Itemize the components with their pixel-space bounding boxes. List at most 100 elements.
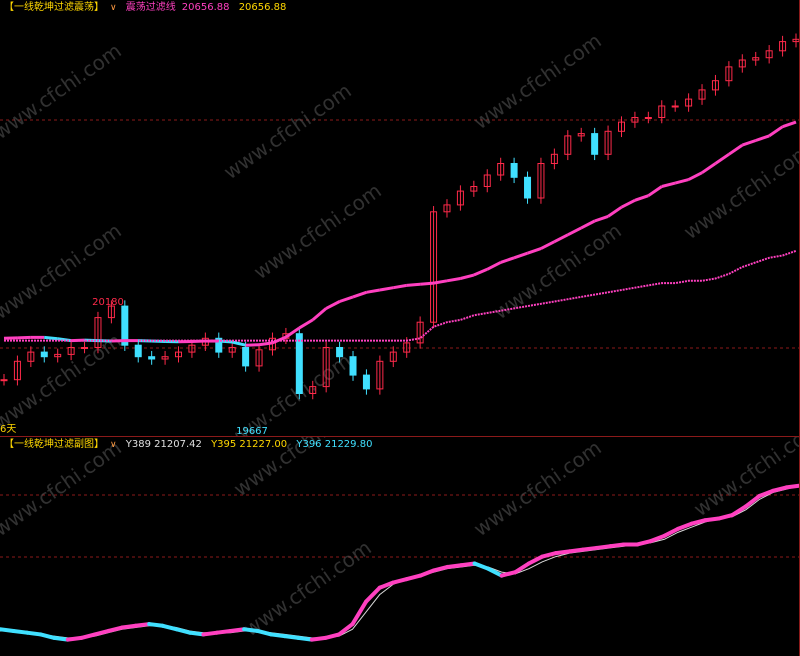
- main-line-segment: [540, 551, 558, 559]
- filter-line-segment: [500, 256, 515, 264]
- main-line-segment: [716, 513, 735, 521]
- candle-body: [349, 356, 357, 376]
- filter-line-segment: [755, 134, 770, 142]
- watermark-text: www.cfchi.com: [469, 28, 606, 134]
- main-line-segment: [282, 634, 301, 640]
- chevron-down-icon[interactable]: ∨: [110, 3, 117, 13]
- watermark-text: www.cfchi.com: [0, 38, 126, 144]
- filter-line-segment: [325, 300, 341, 310]
- y2-value: Y395 21227.00: [211, 439, 288, 450]
- candle-body: [295, 333, 303, 395]
- filter-line-segment: [460, 273, 475, 280]
- filter-line-segment: [446, 277, 461, 283]
- chevron-down-icon[interactable]: ∨: [110, 440, 117, 450]
- filter-line-segment: [339, 295, 354, 303]
- candle-body: [0, 379, 8, 382]
- watermark-text: www.cfchi.com: [469, 437, 606, 541]
- main-line-segment: [309, 635, 328, 642]
- filter-line-value: 20656.88: [181, 2, 230, 13]
- y1-value: Y389 21207.42: [125, 439, 202, 450]
- main-line-segment: [553, 549, 572, 556]
- main-line-segment: [784, 483, 800, 490]
- filter-line-segment: [420, 281, 434, 286]
- filter-line-segment: [393, 283, 407, 290]
- filter-line-segment: [687, 171, 703, 181]
- main-line-segment: [377, 580, 396, 590]
- candle-body: [81, 347, 89, 349]
- candle-body: [134, 344, 142, 358]
- period-label: 6天: [0, 424, 16, 435]
- candle-body: [644, 117, 652, 119]
- candle-body: [40, 351, 48, 358]
- candle-body: [671, 105, 679, 108]
- filter-line-segment: [433, 279, 448, 285]
- main-line-segment: [201, 630, 219, 637]
- filter-line-segment: [527, 247, 542, 255]
- filter-line-segment: [741, 139, 757, 147]
- candle-body: [362, 374, 370, 390]
- watermark-text: www.cfchi.com: [219, 78, 356, 184]
- y3-value: Y396 21229.80: [296, 439, 373, 450]
- candle-body: [510, 163, 518, 178]
- main-line-segment: [79, 632, 97, 640]
- filter-line-segment: [231, 340, 246, 347]
- filter-line-segment: [311, 307, 328, 322]
- candle-body: [591, 133, 599, 155]
- main-line-segment: [228, 627, 247, 633]
- main-line-segment: [472, 561, 491, 571]
- filter-line-segment: [540, 240, 556, 250]
- filter-line-segment: [513, 251, 529, 260]
- main-line-segment: [11, 628, 30, 635]
- main-indicator-name[interactable]: 【一线乾坤过滤震荡】: [4, 2, 104, 13]
- filter-line-segment: [352, 290, 367, 299]
- sub-indicator-name[interactable]: 【一线乾坤过滤副图】: [4, 439, 104, 450]
- filter-line-segment: [44, 335, 58, 341]
- filter-line-segment: [782, 120, 797, 129]
- filter-line-segment: [674, 178, 689, 185]
- sub-chart-svg[interactable]: www.cfchi.com www.cfchi.com www.cfchi.com w…: [0, 437, 800, 656]
- main-line-segment: [106, 625, 125, 633]
- main-line-segment: [594, 544, 613, 550]
- high-price-label: 20180: [92, 297, 124, 308]
- main-line-segment: [52, 635, 70, 642]
- last-value: 20656.88: [238, 2, 287, 13]
- main-line-segment: [445, 563, 464, 569]
- main-line-segment: [662, 526, 680, 538]
- filter-line-segment: [379, 286, 394, 292]
- candle-body: [524, 176, 532, 199]
- main-line-segment: [147, 622, 165, 628]
- watermark-text: www.cfchi.com: [0, 218, 126, 324]
- filter-line-segment: [634, 194, 649, 202]
- main-line-segment: [269, 632, 287, 639]
- filter-line-label: 震荡过滤线: [125, 2, 176, 13]
- main-line-segment: [187, 630, 206, 637]
- filter-line-segment: [607, 205, 623, 218]
- main-line-segment: [133, 622, 152, 628]
- watermark-text: www.cfchi.com: [679, 138, 800, 244]
- main-line-segment: [92, 628, 111, 637]
- sub-chart-panel[interactable]: www.cfchi.com www.cfchi.com www.cfchi.com w…: [0, 437, 800, 656]
- filter-line-segment: [486, 261, 502, 271]
- main-line-segment: [581, 545, 599, 552]
- main-line-segment: [38, 632, 57, 640]
- watermark-text: www.cfchi.com: [0, 328, 126, 434]
- filter-line-segment: [258, 341, 273, 347]
- filter-line-segment: [620, 198, 636, 209]
- main-line-segment: [25, 630, 43, 637]
- main-line-segment: [391, 577, 409, 585]
- main-line-segment: [635, 539, 653, 547]
- filter-line-segment: [298, 318, 314, 330]
- main-line-segment: [703, 516, 721, 523]
- main-chart-panel[interactable]: www.cfchi.com www.cfchi.com www.cfchi.com w…: [0, 0, 800, 436]
- sub-chart-header: 【一线乾坤过滤副图】 ∨ Y389 21207.42 Y395 21227.00 …: [4, 439, 378, 451]
- main-line-segment: [770, 485, 789, 493]
- filter-line-segment: [714, 153, 730, 165]
- candle-body: [148, 356, 156, 360]
- main-line-segment: [214, 628, 233, 635]
- main-line-segment: [404, 573, 423, 582]
- main-line-segment: [0, 627, 16, 633]
- filter-line-segment: [580, 219, 596, 230]
- signal-line: [0, 485, 800, 639]
- main-chart-svg[interactable]: www.cfchi.com www.cfchi.com www.cfchi.comw…: [0, 0, 800, 436]
- main-line-segment: [296, 635, 314, 642]
